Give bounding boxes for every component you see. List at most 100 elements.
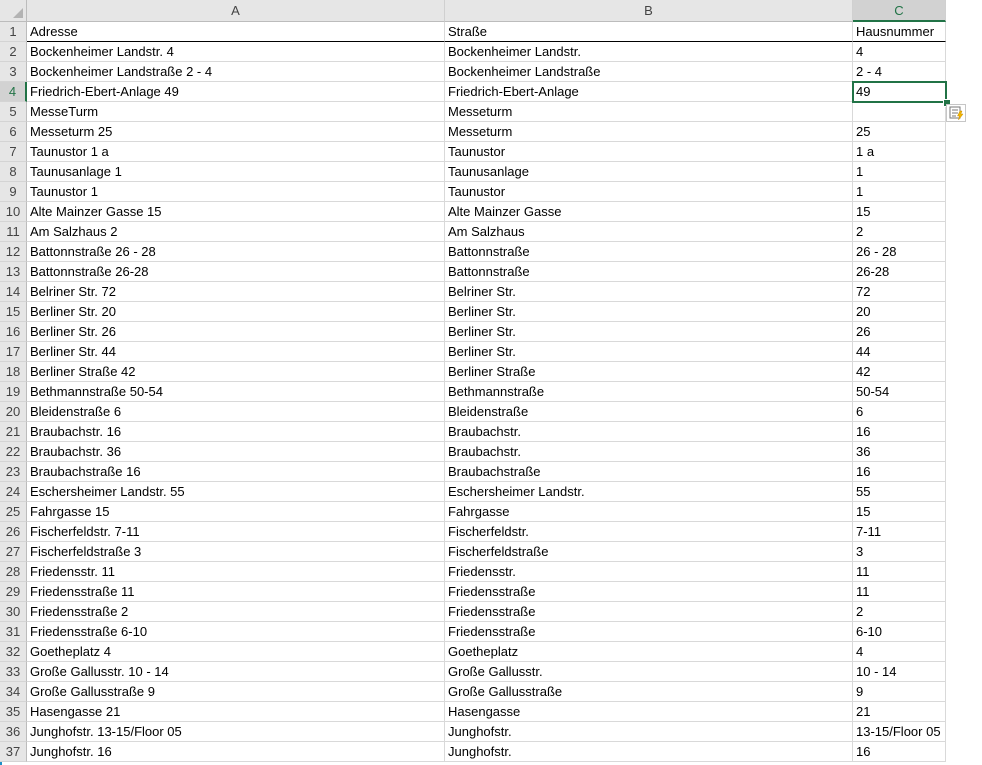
cell-b25[interactable]: Fahrgasse [445,502,853,522]
cell-b31[interactable]: Friedensstraße [445,622,853,642]
cell-b12[interactable]: Battonnstraße [445,242,853,262]
cell-c18[interactable]: 42 [853,362,946,382]
cell-c24[interactable]: 55 [853,482,946,502]
cell-c17[interactable]: 44 [853,342,946,362]
cell-b2[interactable]: Bockenheimer Landstr. [445,42,853,62]
cell-a10[interactable]: Alte Mainzer Gasse 15 [27,202,445,222]
cell-b6[interactable]: Messeturm [445,122,853,142]
cell-b34[interactable]: Große Gallusstraße [445,682,853,702]
row-header-31[interactable]: 31 [0,622,27,642]
cell-c13[interactable]: 26-28 [853,262,946,282]
cell-c16[interactable]: 26 [853,322,946,342]
cell-a8[interactable]: Taunusanlage 1 [27,162,445,182]
cell-b3[interactable]: Bockenheimer Landstraße [445,62,853,82]
row-header-12[interactable]: 12 [0,242,27,262]
row-header-36[interactable]: 36 [0,722,27,742]
cell-c20[interactable]: 6 [853,402,946,422]
cell-c29[interactable]: 11 [853,582,946,602]
row-header-28[interactable]: 28 [0,562,27,582]
cell-a27[interactable]: Fischerfeldstraße 3 [27,542,445,562]
row-header-19[interactable]: 19 [0,382,27,402]
cell-a15[interactable]: Berliner Str. 20 [27,302,445,322]
cell-b35[interactable]: Hasengasse [445,702,853,722]
cell-c27[interactable]: 3 [853,542,946,562]
cell-c22[interactable]: 36 [853,442,946,462]
cell-c35[interactable]: 21 [853,702,946,722]
cell-c25[interactable]: 15 [853,502,946,522]
cell-c30[interactable]: 2 [853,602,946,622]
row-header-23[interactable]: 23 [0,462,27,482]
cell-c37[interactable]: 16 [853,742,946,762]
cell-a19[interactable]: Bethmannstraße 50-54 [27,382,445,402]
cell-c23[interactable]: 16 [853,462,946,482]
cell-b28[interactable]: Friedensstr. [445,562,853,582]
cell-b21[interactable]: Braubachstr. [445,422,853,442]
cell-b19[interactable]: Bethmannstraße [445,382,853,402]
cell-a22[interactable]: Braubachstr. 36 [27,442,445,462]
cell-b13[interactable]: Battonnstraße [445,262,853,282]
cell-b5[interactable]: Messeturm [445,102,853,122]
row-header-4[interactable]: 4 [0,82,27,102]
cell-b23[interactable]: Braubachstraße [445,462,853,482]
cell-c15[interactable]: 20 [853,302,946,322]
row-header-33[interactable]: 33 [0,662,27,682]
cell-c26[interactable]: 7-11 [853,522,946,542]
row-header-17[interactable]: 17 [0,342,27,362]
row-header-20[interactable]: 20 [0,402,27,422]
row-header-21[interactable]: 21 [0,422,27,442]
cell-b15[interactable]: Berliner Str. [445,302,853,322]
cell-c9[interactable]: 1 [853,182,946,202]
cell-a11[interactable]: Am Salzhaus 2 [27,222,445,242]
cell-a9[interactable]: Taunustor 1 [27,182,445,202]
cell-a21[interactable]: Braubachstr. 16 [27,422,445,442]
row-header-32[interactable]: 32 [0,642,27,662]
cell-a18[interactable]: Berliner Straße 42 [27,362,445,382]
row-header-30[interactable]: 30 [0,602,27,622]
cell-a6[interactable]: Messeturm 25 [27,122,445,142]
cell-c11[interactable]: 2 [853,222,946,242]
row-header-16[interactable]: 16 [0,322,27,342]
cell-b24[interactable]: Eschersheimer Landstr. [445,482,853,502]
cell-a36[interactable]: Junghofstr. 13-15/Floor 05 [27,722,445,742]
cell-b26[interactable]: Fischerfeldstr. [445,522,853,542]
cell-c7[interactable]: 1 a [853,142,946,162]
cell-c32[interactable]: 4 [853,642,946,662]
cell-b30[interactable]: Friedensstraße [445,602,853,622]
cell-c19[interactable]: 50-54 [853,382,946,402]
select-all-button[interactable] [0,0,27,22]
cell-c8[interactable]: 1 [853,162,946,182]
row-header-10[interactable]: 10 [0,202,27,222]
cell-b10[interactable]: Alte Mainzer Gasse [445,202,853,222]
cell-a3[interactable]: Bockenheimer Landstraße 2 - 4 [27,62,445,82]
row-header-29[interactable]: 29 [0,582,27,602]
row-header-13[interactable]: 13 [0,262,27,282]
cell-a34[interactable]: Große Gallusstraße 9 [27,682,445,702]
row-header-7[interactable]: 7 [0,142,27,162]
cell-c2[interactable]: 4 [853,42,946,62]
cell-b7[interactable]: Taunustor [445,142,853,162]
cell-c3[interactable]: 2 - 4 [853,62,946,82]
cell-b14[interactable]: Belriner Str. [445,282,853,302]
row-header-3[interactable]: 3 [0,62,27,82]
row-header-8[interactable]: 8 [0,162,27,182]
cell-c4[interactable]: 49 [853,82,946,102]
cell-c14[interactable]: 72 [853,282,946,302]
row-header-34[interactable]: 34 [0,682,27,702]
cell-b9[interactable]: Taunustor [445,182,853,202]
cell-b22[interactable]: Braubachstr. [445,442,853,462]
cell-c1[interactable]: Hausnummer [853,22,946,42]
cell-b18[interactable]: Berliner Straße [445,362,853,382]
cell-c5[interactable] [853,102,946,122]
cell-a17[interactable]: Berliner Str. 44 [27,342,445,362]
cell-c6[interactable]: 25 [853,122,946,142]
cell-b4[interactable]: Friedrich-Ebert-Anlage [445,82,853,102]
cell-a30[interactable]: Friedensstraße 2 [27,602,445,622]
row-header-35[interactable]: 35 [0,702,27,722]
cell-b11[interactable]: Am Salzhaus [445,222,853,242]
column-header-b[interactable]: B [445,0,853,22]
cell-a29[interactable]: Friedensstraße 11 [27,582,445,602]
cell-a14[interactable]: Belriner Str. 72 [27,282,445,302]
cell-b16[interactable]: Berliner Str. [445,322,853,342]
cell-a25[interactable]: Fahrgasse 15 [27,502,445,522]
cell-b37[interactable]: Junghofstr. [445,742,853,762]
